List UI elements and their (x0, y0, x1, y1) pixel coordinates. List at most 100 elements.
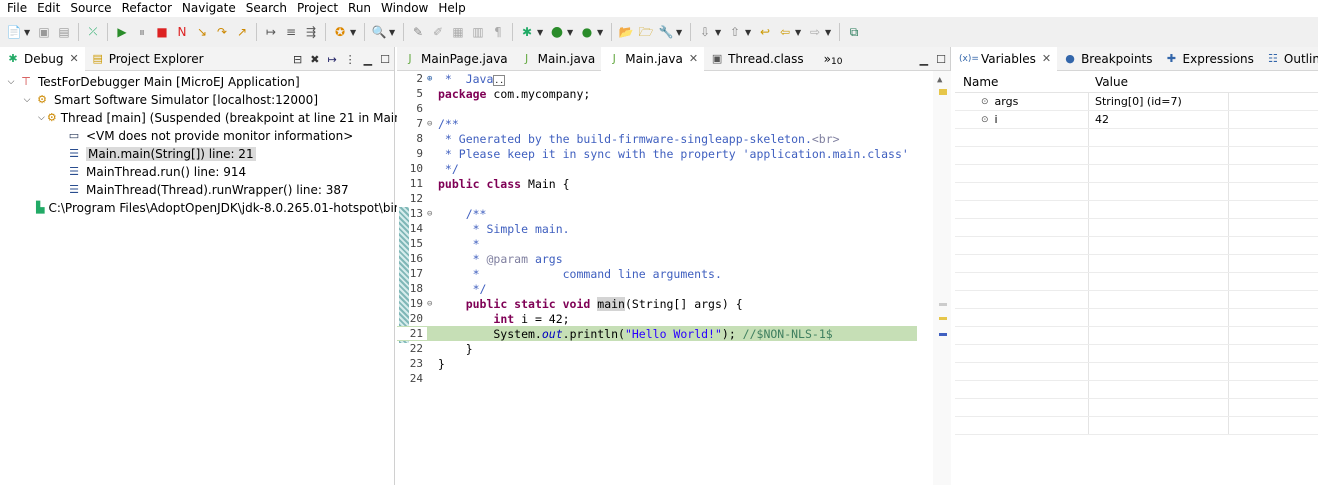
menu-item-search[interactable]: Search (241, 0, 292, 17)
step-filter-icon[interactable]: ⇶ (303, 24, 319, 40)
overview-marker[interactable] (939, 303, 947, 306)
code-editor[interactable]: 2 ⊕ * Java.. 5 package com.mycompany; 6 7 ⊖… (397, 71, 951, 485)
tab-outline[interactable]: ☷ Outline (1260, 47, 1318, 71)
debug-icon[interactable]: ✱ (519, 24, 535, 40)
chevron-down-icon[interactable]: ▼ (537, 28, 545, 37)
microej-icon[interactable]: ✪ (332, 24, 348, 40)
save-icon[interactable]: ▣ (36, 24, 52, 40)
tree-item-process[interactable]: ▙ C:\Program Files\AdoptOpenJDK\jdk-8.0.… (0, 199, 416, 217)
toggle-mark-icon[interactable]: ✎ (410, 24, 426, 40)
tab-breakpoints[interactable]: ● Breakpoints (1057, 47, 1158, 71)
editor-overview-ruler[interactable]: ▲ (933, 71, 951, 485)
tab-variables[interactable]: (x)= Variables ✕ (953, 46, 1058, 71)
menu-item-refactor[interactable]: Refactor (117, 0, 177, 17)
menu-item-source[interactable]: Source (65, 0, 116, 17)
column-header-name[interactable]: Name (955, 75, 1089, 89)
tree-item-target[interactable]: ⌵ ⚙ Smart Software Simulator [localhost:… (0, 91, 394, 109)
remove-terminated-icon[interactable]: ✖ (310, 53, 319, 66)
tree-item-thread[interactable]: ⌵ ⚙ Thread [main] (Suspended (breakpoint… (0, 109, 411, 127)
stack-frame-icon: ☰ (69, 183, 79, 196)
chevron-down-icon[interactable]: ⌵ (6, 77, 16, 87)
menu-item-project[interactable]: Project (292, 0, 343, 17)
menu-item-navigate[interactable]: Navigate (177, 0, 241, 17)
tab-mainpage-java[interactable]: J MainPage.java (397, 47, 514, 71)
step-into-icon[interactable]: ↘ (194, 24, 210, 40)
menu-item-file[interactable]: File (2, 0, 32, 17)
column-header-value[interactable]: Value (1089, 75, 1229, 89)
previous-annotation-icon[interactable]: ⇧ (727, 24, 743, 40)
tab-main-java[interactable]: J Main.java (514, 47, 602, 71)
pilcrow-icon[interactable]: ¶ (490, 24, 506, 40)
close-icon[interactable]: ✕ (689, 52, 698, 65)
back-icon[interactable]: ⇦ (777, 24, 793, 40)
chevron-down-icon[interactable]: ⌵ (22, 95, 32, 105)
close-icon[interactable]: ✕ (69, 52, 78, 65)
chevron-down-icon[interactable]: ⌵ (38, 113, 45, 123)
chevron-down-icon[interactable]: ▼ (745, 28, 753, 37)
disconnect-icon[interactable]: N (174, 24, 190, 40)
menu-item-edit[interactable]: Edit (32, 0, 65, 17)
table-row[interactable]: ⊙ args String[0] (id=7) (955, 93, 1318, 111)
tree-item-launch[interactable]: ⌵ ⊤ TestForDebugger Main [MicroEJ Applic… (0, 73, 394, 91)
maximize-icon[interactable]: ☐ (380, 53, 390, 66)
show-whitespace-icon[interactable]: ▥ (470, 24, 486, 40)
chevron-down-icon[interactable]: ▼ (676, 28, 684, 37)
open-folder-icon[interactable]: 🗁 (638, 24, 654, 40)
stack-frame-icon: ☰ (69, 165, 79, 178)
table-row[interactable]: ⊙ i 42 (955, 111, 1318, 129)
suspend-icon[interactable]: ⏸ (134, 24, 150, 40)
maximize-icon[interactable]: ☐ (936, 53, 946, 66)
block-selection-icon[interactable]: ▦ (450, 24, 466, 40)
tab-thread-class[interactable]: ▣ Thread.class (704, 47, 810, 71)
step-over-icon[interactable]: ↷ (214, 24, 230, 40)
chevron-down-icon[interactable]: ▼ (24, 28, 32, 37)
skip-breakpoints-icon[interactable]: ⤫ (85, 24, 101, 40)
chevron-down-icon[interactable]: ▼ (715, 28, 723, 37)
tab-debug[interactable]: ✱ Debug ✕ (0, 46, 85, 71)
forward-icon[interactable]: ⇨ (807, 24, 823, 40)
chevron-down-icon[interactable]: ▼ (825, 28, 833, 37)
chevron-down-icon[interactable]: ▼ (350, 28, 358, 37)
resume-icon[interactable]: ▶ (114, 24, 130, 40)
menu-item-window[interactable]: Window (376, 0, 433, 17)
last-edit-icon[interactable]: ↩ (757, 24, 773, 40)
search-icon[interactable]: 🔍 (371, 24, 387, 40)
close-icon[interactable]: ✕ (1042, 52, 1051, 65)
wrench-icon[interactable]: 🔧 (658, 24, 674, 40)
open-perspective-icon[interactable]: ⧉ (846, 24, 862, 40)
overview-marker[interactable] (939, 317, 947, 320)
tab-expressions[interactable]: ✚ Expressions (1159, 47, 1260, 71)
current-line-marker[interactable] (939, 333, 947, 336)
save-all-icon[interactable]: ▤ (56, 24, 72, 40)
minimize-icon[interactable]: ▁ (364, 53, 372, 66)
tab-main-java-active[interactable]: J Main.java ✕ (601, 46, 705, 71)
minimize-icon[interactable]: ▁ (920, 53, 928, 66)
tree-item-monitor[interactable]: ▭ <VM does not provide monitor informati… (0, 127, 394, 145)
step-return-icon[interactable]: ↗ (234, 24, 250, 40)
warning-marker[interactable] (939, 89, 947, 95)
tree-item-stack-frame[interactable]: ☰ MainThread(Thread).runWrapper() line: … (0, 181, 394, 199)
drop-to-frame-icon[interactable]: ↦ (263, 24, 279, 40)
chevron-down-icon[interactable]: ▼ (597, 28, 605, 37)
view-menu-icon[interactable]: ⋮ (345, 53, 356, 66)
new-icon[interactable]: 📄 (6, 24, 22, 40)
menu-item-help[interactable]: Help (433, 0, 470, 17)
use-step-filters-icon[interactable]: ≡ (283, 24, 299, 40)
next-annotation-icon[interactable]: ⇩ (697, 24, 713, 40)
menu-item-run[interactable]: Run (343, 0, 376, 17)
tab-project-explorer[interactable]: ▤ Project Explorer (85, 47, 210, 71)
tree-item-stack-frame[interactable]: ☰ MainThread.run() line: 914 (0, 163, 394, 181)
chevron-down-icon[interactable]: ▼ (389, 28, 397, 37)
run-icon[interactable]: ● (549, 24, 565, 40)
new-project-icon[interactable]: 📂 (618, 24, 634, 40)
chevron-down-icon[interactable]: ▼ (795, 28, 803, 37)
chevron-up-icon[interactable]: ▲ (937, 75, 942, 85)
collapse-all-icon[interactable]: ⊟ (293, 53, 302, 66)
tab-overflow[interactable]: » 10 (810, 47, 849, 71)
chevron-down-icon[interactable]: ▼ (567, 28, 575, 37)
tree-item-stack-frame[interactable]: ☰ Main.main(String[]) line: 21 (0, 145, 394, 163)
step-filter-icon[interactable]: ↦ (327, 53, 336, 66)
pen-icon[interactable]: ✐ (430, 24, 446, 40)
external-tools-icon[interactable]: ● (579, 24, 595, 40)
terminate-icon[interactable]: ■ (154, 24, 170, 40)
